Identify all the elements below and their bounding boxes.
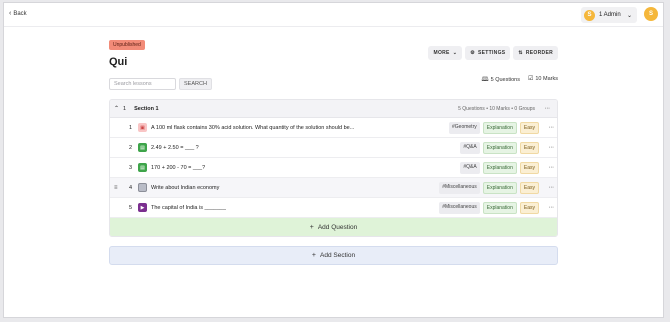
- search-input[interactable]: [109, 78, 176, 90]
- reorder-label: REORDER: [525, 50, 553, 56]
- gear-icon: ⚙: [470, 50, 475, 56]
- question-row[interactable]: 3 ▤ 170 + 200 - 70 = ___? #Q&A Explanati…: [110, 158, 557, 178]
- toolbar: MORE ⌄ ⚙ SETTINGS ⇅ REORDER: [428, 46, 558, 60]
- explanation-tag: Explanation: [482, 141, 517, 154]
- marks-count: ☑ 10 Marks: [528, 75, 558, 85]
- difficulty-tag: Easy: [519, 121, 539, 134]
- more-options-icon[interactable]: ···: [545, 144, 557, 151]
- question-row[interactable]: ≡ 4 Write about Indian economy #Miscella…: [110, 178, 557, 198]
- marks-count-label: 10 Marks: [535, 76, 558, 82]
- category-tag: #Geometry: [449, 121, 480, 134]
- question-tags: #Miscellaneous Explanation Easy: [439, 181, 539, 194]
- question-number: 5: [128, 204, 132, 211]
- section-stats: 5 Questions • 10 Marks • 0 Groups: [458, 105, 535, 112]
- more-button[interactable]: MORE ⌄: [428, 46, 463, 60]
- plus-icon: +: [311, 252, 317, 259]
- chevron-down-icon: ⌄: [626, 12, 632, 19]
- question-count-label: 5 Questions: [490, 77, 520, 83]
- difficulty-tag: Easy: [519, 201, 539, 214]
- category-tag: #Q&A: [460, 141, 480, 154]
- difficulty-tag: Easy: [519, 161, 539, 174]
- plus-icon: +: [309, 223, 314, 231]
- section-header: ⌃ 1 Section 1 5 Questions • 10 Marks • 0…: [110, 100, 557, 118]
- question-row[interactable]: 5 ▶ The capital of India is _______ #Mis…: [110, 198, 557, 218]
- question-tags: #Miscellaneous Explanation Easy: [439, 201, 539, 214]
- top-bar: ‹ Back S 1 Admin ⌄ S: [4, 3, 663, 27]
- reorder-icon: ⇅: [518, 50, 523, 56]
- chevron-down-icon: ⌄: [452, 50, 458, 56]
- more-options-icon[interactable]: ···: [545, 164, 557, 171]
- admin-avatar: S: [584, 9, 595, 21]
- quiz-meta: 🕮 5 Questions ☑ 10 Marks: [482, 75, 558, 85]
- question-row[interactable]: 2 ▤ 2.49 + 2.50 = ___ ? #Q&A Explanation…: [110, 138, 557, 158]
- more-options-icon[interactable]: ···: [545, 184, 557, 191]
- admin-dropdown[interactable]: S 1 Admin ⌄: [581, 7, 637, 23]
- question-text: The capital of India is _______: [151, 204, 226, 211]
- user-avatar[interactable]: S: [644, 7, 658, 21]
- drag-handle-icon[interactable]: ≡: [114, 185, 118, 191]
- question-number: 2: [128, 144, 132, 151]
- difficulty-tag: Easy: [519, 181, 539, 194]
- chevron-left-icon: ‹: [9, 10, 12, 17]
- checkbox-icon: ☑: [527, 76, 534, 82]
- section-name: Section 1: [134, 105, 159, 112]
- app-window: ‹ Back S 1 Admin ⌄ S Unpublished Qui MOR…: [3, 2, 664, 318]
- add-section-button[interactable]: + Add Section: [109, 246, 558, 265]
- settings-button[interactable]: ⚙ SETTINGS: [465, 46, 511, 60]
- question-text: 170 + 200 - 70 = ___?: [151, 164, 206, 171]
- question-tags: #Q&A Explanation Easy: [460, 161, 539, 174]
- admin-label: 1 Admin: [599, 12, 621, 18]
- question-text: 2.49 + 2.50 = ___ ?: [151, 144, 199, 151]
- back-label: Back: [13, 10, 27, 17]
- main-content: Unpublished Qui MORE ⌄ ⚙ SETTINGS ⇅ REOR…: [109, 33, 558, 265]
- image-icon: ▣: [138, 123, 147, 132]
- question-tags: #Q&A Explanation Easy: [460, 141, 539, 154]
- section-card: ⌃ 1 Section 1 5 Questions • 10 Marks • 0…: [109, 99, 558, 237]
- question-number: 1: [128, 124, 132, 131]
- add-question-button[interactable]: + Add Question: [110, 218, 557, 236]
- question-text: Write about Indian economy: [151, 184, 220, 191]
- chevron-up-icon[interactable]: ⌃: [114, 105, 119, 112]
- fill-blank-icon: ▤: [138, 143, 147, 152]
- more-options-icon[interactable]: ···: [545, 204, 557, 211]
- reorder-button[interactable]: ⇅ REORDER: [513, 46, 558, 60]
- question-text: A 100 ml flask contains 30% acid solutio…: [151, 124, 355, 131]
- settings-label: SETTINGS: [477, 50, 506, 56]
- add-question-label: Add Question: [317, 223, 358, 231]
- section-number: 1: [123, 105, 127, 112]
- question-tags: #Geometry Explanation Easy: [449, 121, 539, 134]
- essay-icon: [138, 183, 147, 192]
- search-button[interactable]: SEARCH: [179, 78, 212, 90]
- more-label: MORE: [433, 50, 450, 56]
- question-number: 3: [128, 164, 132, 171]
- add-section-label: Add Section: [320, 252, 356, 259]
- video-icon: ▶: [138, 203, 147, 212]
- category-tag: #Q&A: [460, 161, 480, 174]
- explanation-tag: Explanation: [482, 121, 517, 134]
- explanation-tag: Explanation: [482, 161, 517, 174]
- question-count: 🕮 5 Questions: [482, 75, 520, 85]
- question-row[interactable]: 1 ▣ A 100 ml flask contains 30% acid sol…: [110, 118, 557, 138]
- more-options-icon[interactable]: ···: [545, 124, 557, 131]
- explanation-tag: Explanation: [482, 181, 517, 194]
- book-icon: 🕮: [481, 77, 489, 83]
- difficulty-tag: Easy: [519, 141, 539, 154]
- explanation-tag: Explanation: [482, 201, 517, 214]
- fill-blank-icon: ▤: [138, 163, 147, 172]
- category-tag: #Miscellaneous: [439, 201, 480, 214]
- status-badge: Unpublished: [109, 40, 145, 50]
- more-options-icon[interactable]: ···: [541, 105, 553, 112]
- category-tag: #Miscellaneous: [439, 181, 480, 194]
- back-button[interactable]: ‹ Back: [9, 10, 27, 17]
